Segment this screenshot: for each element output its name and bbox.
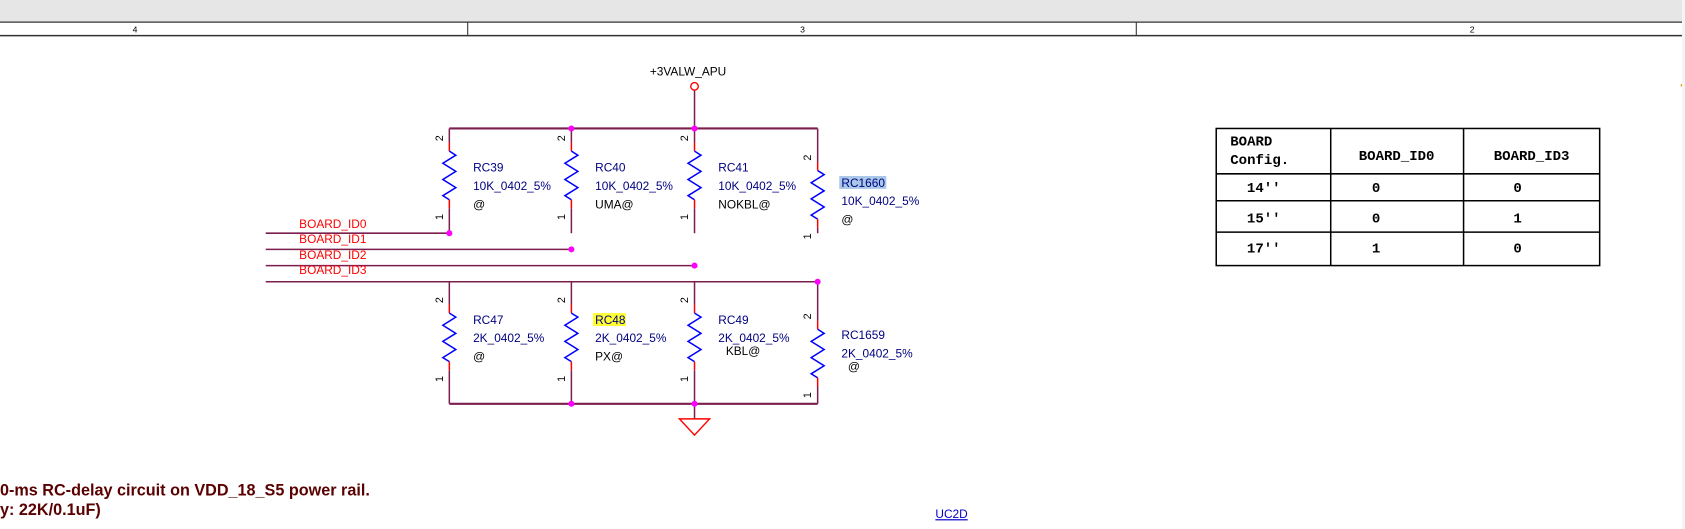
pin-number: 1: [556, 214, 568, 220]
resistor-value: 2K_0402_5%: [595, 331, 667, 345]
junction-dot: [814, 278, 821, 285]
pin-number: 1: [434, 376, 446, 382]
table-cell: 15'': [1247, 211, 1281, 227]
table-cell: 0: [1372, 211, 1380, 227]
pin-number: 2: [679, 297, 691, 303]
pin-number: 1: [679, 214, 691, 220]
zone-label-2: 2: [1470, 24, 1475, 34]
resistor-ref: RC47: [473, 313, 503, 327]
resistor-ref: RC1660: [841, 176, 885, 190]
junction-dot: [568, 246, 575, 253]
resistor-upper-2[interactable]: 2 1 RC41 10K_0402_5% NOKBL@: [679, 128, 797, 234]
table-header-config: Config.: [1230, 153, 1289, 169]
junction-dot: [446, 230, 453, 237]
power-net-label: +3VALW_APU: [650, 65, 726, 79]
table-header-board-id3: BOARD_ID3: [1494, 149, 1570, 165]
table-cell: 1: [1372, 242, 1380, 258]
resistor-ref: RC1659: [841, 328, 885, 342]
zone-label-4: 4: [133, 24, 138, 34]
assembly-option: @: [473, 350, 485, 364]
resistor-upper-3[interactable]: 2 1 RC1660 10K_0402_5% @: [802, 128, 920, 239]
resistor-icon: [809, 328, 826, 379]
resistor-icon: [809, 169, 826, 220]
resistor-lower-3[interactable]: 2 1 RC1659 2K_0402_5%@: [802, 281, 913, 404]
pin-number: 1: [556, 376, 568, 382]
resistor-value: 2K_0402_5%: [718, 331, 790, 345]
pin-number: 1: [679, 376, 691, 382]
pin-number: 2: [556, 135, 568, 141]
ground-icon[interactable]: [677, 418, 712, 437]
table-cell: 14'': [1247, 181, 1281, 197]
net-label-board-id3: BOARD_ID3: [299, 263, 367, 277]
pin-number: 1: [802, 392, 814, 398]
resistor-ref: RC40: [595, 161, 626, 175]
resistor-value: 10K_0402_5%: [718, 179, 796, 193]
pin-number: 1: [434, 214, 446, 220]
pin-number: 2: [434, 297, 446, 303]
net-label-board-id1: BOARD_ID1: [299, 232, 367, 246]
pin-number: 2: [679, 135, 691, 141]
resistor-value: 2K_0402_5%: [473, 331, 545, 345]
junction-dot: [568, 125, 575, 132]
resistor-value: 10K_0402_5%: [595, 179, 673, 193]
resistor-icon: [563, 312, 580, 363]
resistor-ref: RC41: [718, 161, 749, 175]
resistor-value: 2K_0402_5%: [841, 346, 913, 360]
resistor-lower-0[interactable]: 2 1 RC47 2K_0402_5% @: [434, 281, 545, 404]
junction-dot: [691, 400, 698, 407]
resistor-upper-1[interactable]: 2 1 RC40 10K_0402_5% UMA@: [556, 128, 674, 234]
table-cell: 0: [1372, 181, 1380, 197]
table-cell: 0: [1513, 242, 1521, 258]
schematic-sheet: 4 3 2 +3VALW_APU BOARD_ID0 BOARD_ID1 BOA…: [0, 0, 1685, 521]
resistor-upper-0[interactable]: 2 1 RC39 10K_0402_5% @: [434, 128, 552, 234]
pin-number: 2: [434, 135, 446, 141]
resistor-icon: [563, 150, 580, 201]
assembly-option: KBL@: [726, 344, 760, 358]
assembly-option: @: [848, 359, 860, 373]
resistor-ref: RC39: [473, 161, 504, 175]
resistor-lower-2[interactable]: 2 1 RC49 2K_0402_5%KBL@: [679, 281, 790, 404]
pin-number: 2: [802, 155, 814, 161]
power-port-icon[interactable]: [690, 81, 700, 91]
net-label-board-id0: BOARD_ID0: [299, 217, 367, 231]
junction-dot: [691, 125, 698, 132]
resistor-ref: RC48: [595, 313, 626, 327]
resistor-icon: [686, 150, 703, 201]
table-cell: 17'': [1247, 242, 1281, 258]
note-line-2: y: 22K/0.1uF): [0, 501, 101, 519]
table-cell: 1: [1513, 211, 1521, 227]
pin-number: 2: [556, 297, 568, 303]
assembly-option: UMA@: [595, 197, 633, 211]
resistor-lower-1[interactable]: 2 1 RC48 2K_0402_5% PX@: [556, 281, 667, 404]
assembly-option: NOKBL@: [718, 197, 770, 211]
uc2d-link[interactable]: UC2D: [935, 507, 967, 521]
resistor-icon: [441, 312, 458, 363]
table-header-board-id0: BOARD_ID0: [1359, 149, 1435, 165]
junction-dot: [568, 400, 575, 407]
pin-number: 1: [802, 233, 814, 239]
resistor-value: 10K_0402_5%: [473, 179, 551, 193]
table-cell: 0: [1513, 181, 1521, 197]
pin-number: 2: [802, 313, 814, 319]
assembly-option: PX@: [595, 350, 623, 364]
table-header-board: BOARD: [1230, 135, 1272, 151]
junction-dot: [691, 262, 698, 269]
toolbar-strip: [0, 0, 1685, 22]
resistor-icon: [686, 312, 703, 363]
note-line-1: 0-ms RC-delay circuit on VDD_18_S5 power…: [0, 482, 370, 500]
assembly-option: @: [841, 212, 853, 226]
assembly-option: @: [473, 197, 485, 211]
resistor-icon: [441, 150, 458, 201]
resistor-value: 10K_0402_5%: [841, 194, 919, 208]
resistor-ref: RC49: [718, 313, 749, 327]
net-label-board-id2: BOARD_ID2: [299, 248, 366, 262]
zone-label-3: 3: [800, 24, 805, 34]
